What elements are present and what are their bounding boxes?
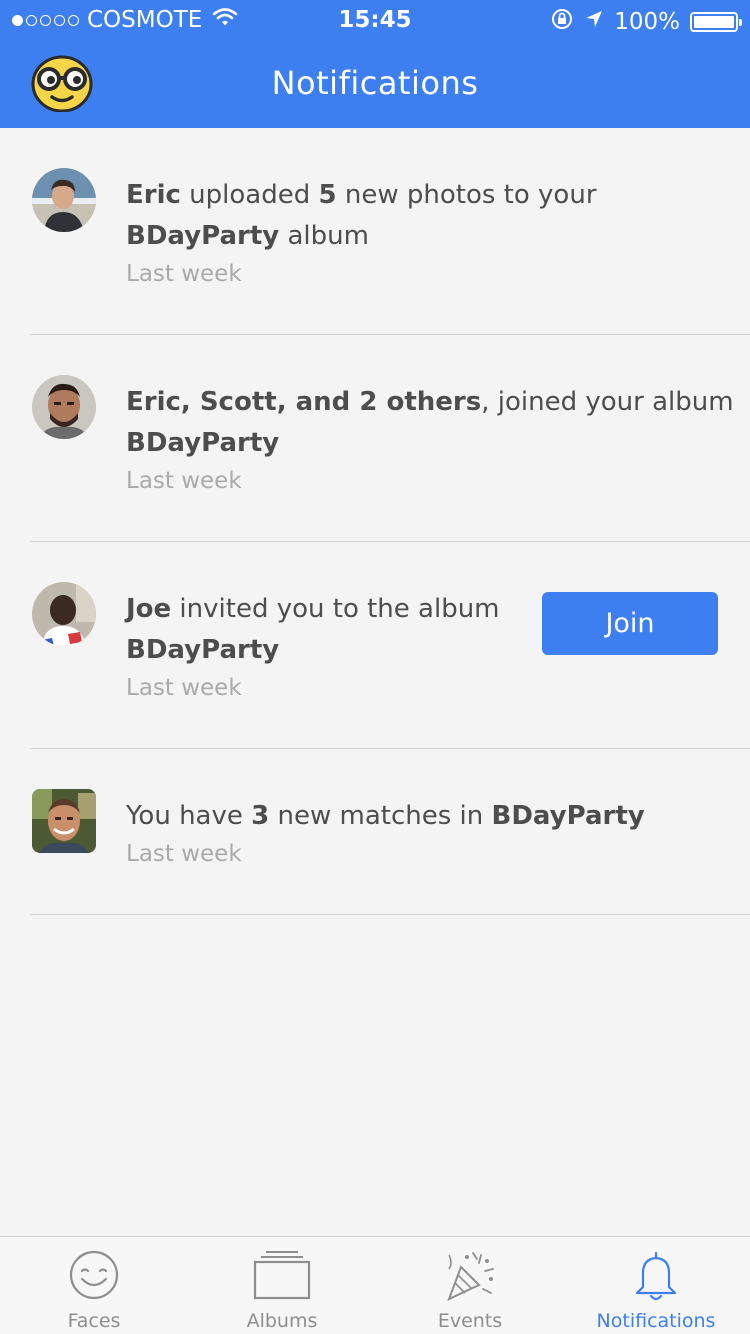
text-plain: new photos to your [336, 180, 597, 210]
tab-albums[interactable]: Albums [188, 1237, 376, 1334]
tab-bar: Faces Albums Events Notifications [0, 1236, 750, 1334]
tab-faces[interactable]: Faces [0, 1237, 188, 1334]
text-plain: , joined your album [481, 387, 734, 417]
text-plain: album [279, 221, 369, 251]
text-bold: Eric [126, 180, 181, 210]
battery-percent: 100% [614, 9, 680, 35]
orientation-lock-icon [550, 7, 574, 37]
text-plain: invited you to the album [171, 594, 500, 624]
top-bar: COSMOTE 15:45 100% Notifications [0, 0, 750, 128]
page-title: Notifications [271, 64, 479, 102]
notification-text: Eric, Scott, and 2 others, joined your a… [126, 382, 734, 464]
text-bold: BDayParty [126, 635, 280, 665]
nav-bar: Notifications [0, 40, 750, 128]
text-bold: Eric, Scott, and 2 others [126, 387, 482, 417]
tab-notifications[interactable]: Notifications [562, 1237, 750, 1334]
tab-label: Notifications [596, 1310, 716, 1332]
text-bold: Joe [126, 594, 172, 624]
bell-icon [631, 1249, 681, 1307]
notification-item[interactable]: You have 3 new matches in BDayParty Last… [30, 749, 750, 915]
text-bold: BDayParty [491, 801, 645, 831]
join-button[interactable]: Join [542, 592, 718, 655]
location-arrow-icon [584, 9, 604, 35]
albums-icon [252, 1249, 312, 1305]
battery-icon [690, 12, 742, 32]
text-bold: 3 [251, 801, 270, 831]
notification-time: Last week [126, 841, 242, 867]
notification-text: You have 3 new matches in BDayParty [126, 796, 645, 837]
notification-item[interactable]: Eric uploaded 5 new photos to your BDayP… [30, 128, 750, 335]
notification-item[interactable]: Eric, Scott, and 2 others, joined your a… [30, 335, 750, 542]
notification-time: Last week [126, 468, 242, 494]
notification-text: Eric uploaded 5 new photos to your BDayP… [126, 175, 597, 257]
notification-time: Last week [126, 675, 242, 701]
tab-events[interactable]: Events [376, 1237, 564, 1334]
text-bold: 5 [318, 180, 337, 210]
text-bold: BDayParty [126, 428, 280, 458]
avatar [32, 582, 96, 646]
tab-label: Albums [246, 1310, 318, 1332]
tab-label: Faces [67, 1310, 121, 1332]
notification-item[interactable]: Joe invited you to the album BDayParty L… [30, 542, 750, 749]
status-bar: COSMOTE 15:45 100% [0, 0, 750, 40]
smiley-icon [68, 1249, 120, 1305]
avatar [32, 375, 96, 439]
avatar [32, 789, 96, 853]
text-plain: uploaded [180, 180, 319, 210]
notification-time: Last week [126, 261, 242, 287]
text-plain: You have [126, 801, 252, 831]
avatar [32, 168, 96, 232]
party-popper-icon [443, 1249, 497, 1307]
text-bold: BDayParty [126, 221, 280, 251]
status-right: 100% [550, 7, 742, 37]
text-plain: new matches in [269, 801, 492, 831]
tab-label: Events [437, 1310, 503, 1332]
notification-text: Joe invited you to the album BDayParty [126, 589, 500, 671]
notification-list: Eric uploaded 5 new photos to your BDayP… [0, 128, 750, 915]
